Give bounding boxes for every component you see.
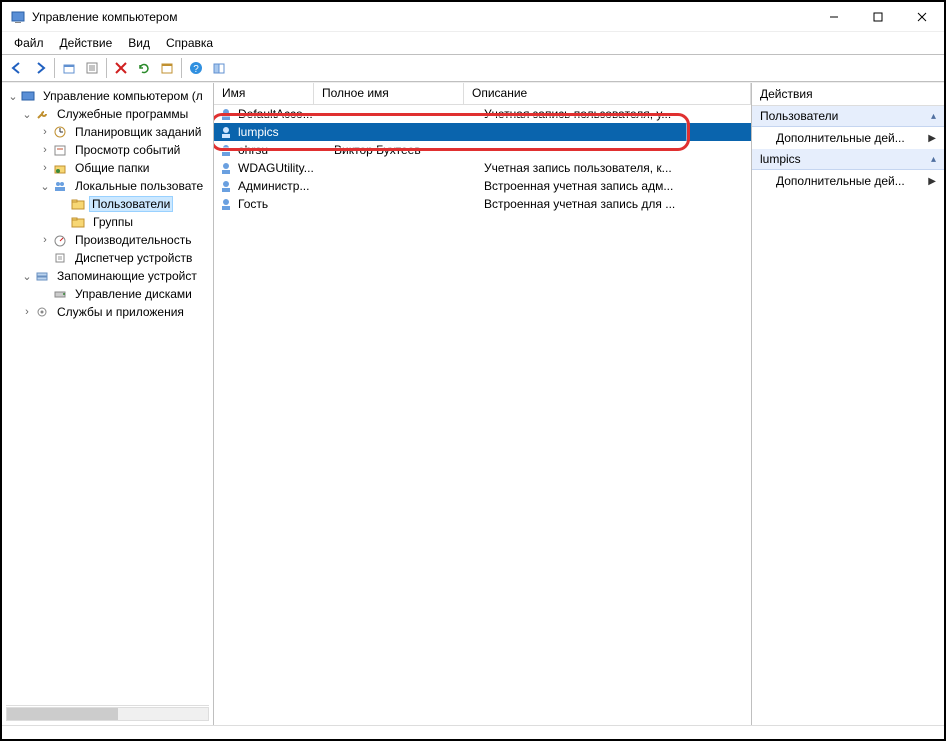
expand-icon[interactable]: › <box>20 306 34 318</box>
tree-root[interactable]: ⌄ Управление компьютером (л <box>2 87 213 105</box>
user-icon <box>218 124 234 140</box>
tree-users-label: Пользователи <box>89 196 173 212</box>
column-name[interactable]: Имя <box>214 83 314 104</box>
back-button[interactable] <box>6 57 28 79</box>
actions-pane: Действия Пользователи ▴ Дополнительные д… <box>752 83 944 725</box>
folder-icon <box>70 196 86 212</box>
event-icon <box>52 142 68 158</box>
list-pane: Имя Полное имя Описание DefaultAcco... У… <box>214 83 752 725</box>
services-icon <box>34 304 50 320</box>
tree-disk-management[interactable]: Управление дисками <box>2 285 213 303</box>
column-fullname[interactable]: Полное имя <box>314 83 464 104</box>
tree-device-manager[interactable]: Диспетчер устройств <box>2 249 213 267</box>
tree-local-users[interactable]: ⌄ Локальные пользовате <box>2 177 213 195</box>
tree-groups[interactable]: Группы <box>2 213 213 231</box>
list-body: DefaultAcco... Учетная запись пользовате… <box>214 105 751 213</box>
show-hide-button[interactable] <box>208 57 230 79</box>
actions-more-users[interactable]: Дополнительные дей... ▶ <box>752 127 944 149</box>
title-bar: Управление компьютером <box>2 2 944 32</box>
svg-text:?: ? <box>193 64 199 75</box>
tree-event-viewer[interactable]: › Просмотр событий <box>2 141 213 159</box>
user-icon <box>218 178 234 194</box>
actions-more-lumpics[interactable]: Дополнительные дей... ▶ <box>752 170 944 192</box>
forward-button[interactable] <box>29 57 51 79</box>
performance-icon <box>52 232 68 248</box>
clock-icon <box>52 124 68 140</box>
export-button[interactable] <box>156 57 178 79</box>
list-item[interactable]: Гость Встроенная учетная запись для ... <box>214 195 751 213</box>
tree-task-scheduler[interactable]: › Планировщик заданий <box>2 123 213 141</box>
tree-horizontal-scrollbar[interactable] <box>6 705 209 721</box>
toolbar: ? <box>2 54 944 82</box>
app-icon <box>10 9 26 25</box>
tree-storage[interactable]: ⌄ Запоминающие устройст <box>2 267 213 285</box>
menu-view[interactable]: Вид <box>122 34 156 52</box>
minimize-button[interactable] <box>812 2 856 32</box>
chevron-up-icon: ▴ <box>931 111 936 122</box>
up-button[interactable] <box>58 57 80 79</box>
tree-shared-folders[interactable]: › Общие папки <box>2 159 213 177</box>
list-item[interactable]: ohrsu Виктор Бухтеев <box>214 141 751 159</box>
expand-icon[interactable]: ⌄ <box>20 270 34 283</box>
actions-title: Действия <box>752 83 944 106</box>
status-bar <box>2 725 944 739</box>
list-item[interactable]: DefaultAcco... Учетная запись пользовате… <box>214 105 751 123</box>
expand-icon[interactable]: › <box>38 144 52 156</box>
properties-button[interactable] <box>81 57 103 79</box>
delete-button[interactable] <box>110 57 132 79</box>
computer-icon <box>20 88 36 104</box>
refresh-button[interactable] <box>133 57 155 79</box>
actions-group-users[interactable]: Пользователи ▴ <box>752 106 944 127</box>
list-item[interactable]: Администр... Встроенная учетная запись а… <box>214 177 751 195</box>
list-header: Имя Полное имя Описание <box>214 83 751 105</box>
expand-icon[interactable]: ⌄ <box>38 180 52 193</box>
list-item[interactable]: WDAGUtility... Учетная запись пользовате… <box>214 159 751 177</box>
chevron-up-icon: ▴ <box>931 154 936 165</box>
actions-group-lumpics[interactable]: lumpics ▴ <box>752 149 944 170</box>
tree-system-tools[interactable]: ⌄ Служебные программы <box>2 105 213 123</box>
expand-icon[interactable]: › <box>38 234 52 246</box>
expand-icon[interactable]: › <box>38 162 52 174</box>
arrow-right-icon: ▶ <box>928 176 936 187</box>
menu-bar: Файл Действие Вид Справка <box>2 32 944 54</box>
tree-services[interactable]: › Службы и приложения <box>2 303 213 321</box>
tree-pane: ⌄ Управление компьютером (л ⌄ Служебные … <box>2 83 214 725</box>
tree-performance[interactable]: › Производительность <box>2 231 213 249</box>
arrow-right-icon: ▶ <box>928 133 936 144</box>
device-icon <box>52 250 68 266</box>
menu-action[interactable]: Действие <box>54 34 119 52</box>
maximize-button[interactable] <box>856 2 900 32</box>
window-title: Управление компьютером <box>32 10 177 24</box>
disk-icon <box>52 286 68 302</box>
tree-users[interactable]: Пользователи <box>2 195 213 213</box>
menu-file[interactable]: Файл <box>8 34 50 52</box>
close-button[interactable] <box>900 2 944 32</box>
shared-folder-icon <box>52 160 68 176</box>
expand-icon[interactable]: › <box>38 126 52 138</box>
tools-icon <box>34 106 50 122</box>
expand-icon[interactable]: ⌄ <box>6 90 20 103</box>
user-icon <box>218 160 234 176</box>
user-icon <box>218 142 234 158</box>
list-item[interactable]: lumpics <box>214 123 751 141</box>
user-icon <box>218 196 234 212</box>
help-button[interactable]: ? <box>185 57 207 79</box>
content-area: ⌄ Управление компьютером (л ⌄ Служебные … <box>2 82 944 725</box>
users-icon <box>52 178 68 194</box>
storage-icon <box>34 268 50 284</box>
user-icon <box>218 106 234 122</box>
menu-help[interactable]: Справка <box>160 34 219 52</box>
expand-icon[interactable]: ⌄ <box>20 108 34 121</box>
column-description[interactable]: Описание <box>464 83 751 104</box>
folder-icon <box>70 214 86 230</box>
